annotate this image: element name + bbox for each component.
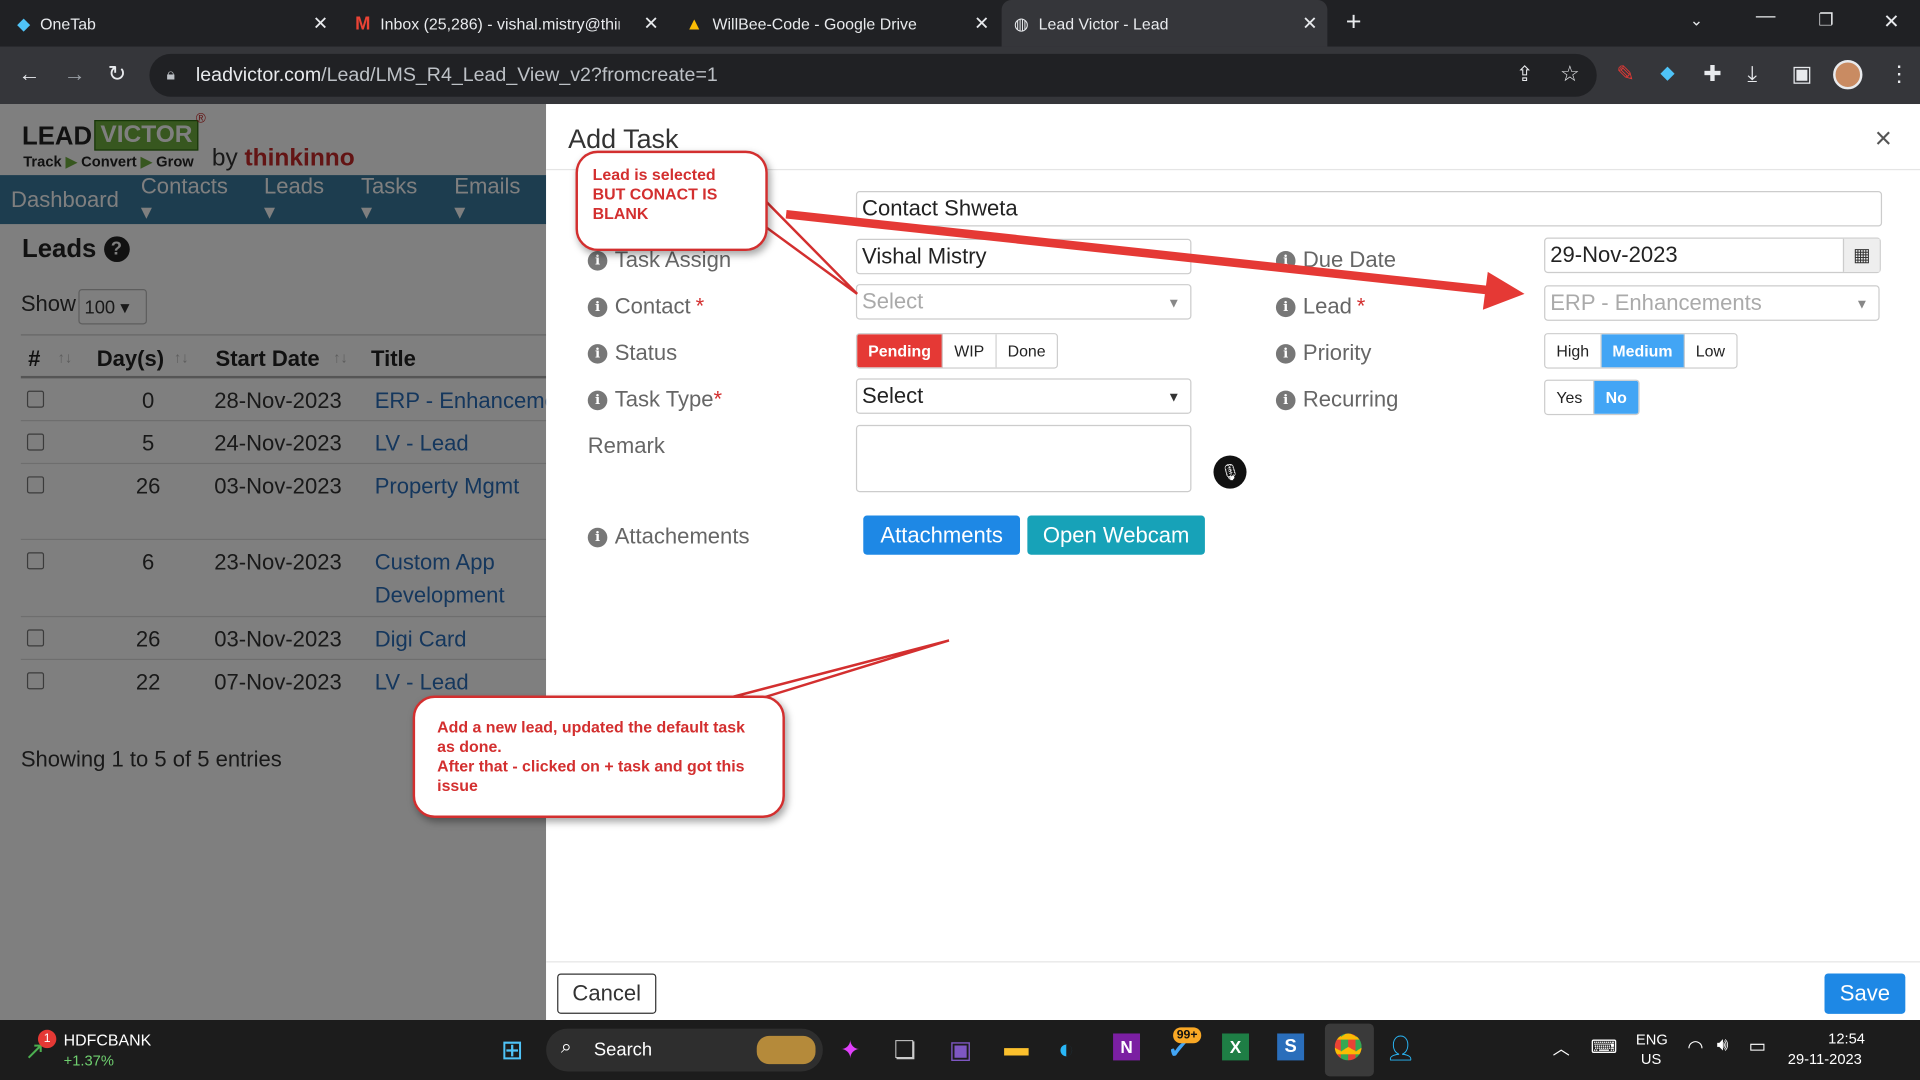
chevron-up-icon[interactable]: ︿ <box>1553 1036 1570 1060</box>
callout-line: BLANK <box>592 204 649 223</box>
annotation-callout-lead: Lead is selected BUT CONACT IS BLANK <box>575 150 768 252</box>
todo-badge: 99+ <box>1173 1027 1202 1044</box>
chrome-icon[interactable] <box>1334 1033 1362 1061</box>
language-us: US <box>1640 1050 1662 1068</box>
callout-line: issue <box>437 776 478 795</box>
stock-name[interactable]: HDFCBANK <box>64 1031 152 1049</box>
excel-icon[interactable]: X <box>1222 1033 1249 1061</box>
battery-icon[interactable]: ▭ <box>1749 1035 1766 1057</box>
arrow-head <box>1482 271 1525 310</box>
callout-line: Lead is selected <box>592 165 716 184</box>
search-icon: ⌕ <box>560 1037 572 1058</box>
onenote-icon[interactable]: N <box>1113 1033 1141 1061</box>
taskbar-search[interactable]: ⌕ Search <box>546 1028 823 1072</box>
edge-icon[interactable]: ◐ <box>1058 1033 1074 1065</box>
task-view-icon[interactable]: ❏ <box>894 1035 916 1066</box>
language-eng[interactable]: ENG <box>1636 1031 1668 1048</box>
user-app-icon[interactable]: 👤︎ <box>1385 1033 1416 1064</box>
clock-time[interactable]: 12:54 <box>1828 1030 1865 1047</box>
wifi-icon[interactable]: ◠ <box>1687 1036 1703 1058</box>
teams-icon[interactable]: ▣ <box>949 1035 972 1066</box>
windows-start-icon[interactable]: ⊞ <box>501 1035 524 1067</box>
callout-line: as done. <box>437 737 502 756</box>
snagit-icon[interactable]: S <box>1277 1033 1305 1061</box>
callout-line: After that - clicked on + task and got t… <box>437 756 745 776</box>
clock-date: 29-11-2023 <box>1787 1050 1862 1068</box>
callout-line: Add a new lead, updated the default task <box>437 717 745 736</box>
callout-line: BUT CONACT IS <box>592 184 718 204</box>
annotation-arrows <box>667 199 1525 716</box>
volume-icon[interactable]: 🔊︎ <box>1717 1035 1729 1056</box>
search-highlight-image <box>756 1035 816 1065</box>
stock-badge: 1 <box>37 1029 57 1049</box>
annotation-callout-steps: Add a new lead, updated the default task… <box>412 695 785 818</box>
windows-taskbar: ↗ 1 HDFCBANK +1.37% ⊞ ⌕ Search ✦ ❏ ▣ ▬ ◐… <box>0 1020 1920 1080</box>
stock-change: +1.37% <box>63 1051 114 1069</box>
copilot-icon[interactable]: ✦ <box>840 1035 861 1066</box>
file-explorer-icon[interactable]: ▬ <box>1004 1035 1028 1063</box>
keyboard-icon[interactable]: ⌨ <box>1591 1036 1618 1058</box>
search-label: Search <box>593 1039 653 1061</box>
arrow-line <box>785 210 1501 296</box>
